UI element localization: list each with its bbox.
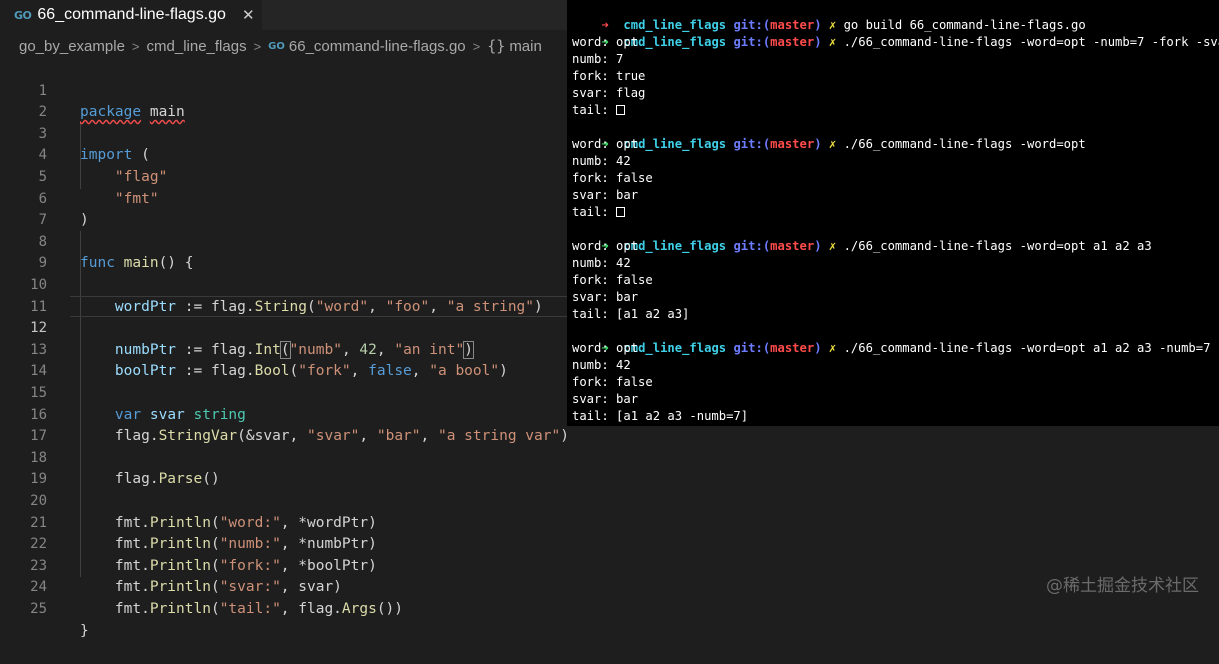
terminal-prompt: ➜ cmd_line_flags git:(master) ✗ ./66_com…	[601, 137, 1086, 151]
breadcrumb-item-file[interactable]: 66_command-line-flags.go	[289, 38, 466, 55]
code-line: 18 flag.Parse()	[0, 426, 1219, 488]
terminal-output: tail:	[572, 102, 626, 119]
breadcrumb-item-cmd-line-flags[interactable]: cmd_line_flags	[147, 38, 247, 55]
dirty-icon: ✗	[828, 239, 837, 253]
code-line: 21 fmt.Println("numb:", *numbPtr)	[0, 491, 1219, 553]
terminal-output: svar: bar	[572, 188, 639, 202]
terminal-output: word: opt	[572, 137, 639, 151]
terminal-output: svar: bar	[572, 392, 639, 406]
tab-66-command-line-flags[interactable]: GO 66_command-line-flags.go ✕	[0, 0, 262, 30]
terminal-output: tail: [a1 a2 a3]	[572, 307, 690, 321]
empty-slice-glyph-icon	[616, 105, 626, 115]
code-line: 25 }	[0, 577, 1219, 639]
tab-title: 66_command-line-flags.go	[37, 6, 226, 23]
breadcrumb-item-go-by-example[interactable]: go_by_example	[19, 38, 125, 55]
chevron-right-icon: >	[253, 38, 262, 54]
dirty-icon: ✗	[828, 35, 837, 49]
terminal-output: numb: 42	[572, 256, 631, 270]
close-icon[interactable]: ✕	[242, 6, 255, 24]
watermark: @稀土掘金技术社区	[1046, 576, 1199, 596]
terminal-output: fork: false	[572, 375, 653, 389]
terminal-output: word: opt	[572, 35, 639, 49]
terminal-output: numb: 42	[572, 358, 631, 372]
chevron-right-icon: >	[472, 38, 481, 54]
terminal-output: numb: 7	[572, 52, 624, 66]
dirty-icon: ✗	[828, 341, 837, 355]
code-line: 20 fmt.Println("word:", *wordPtr)	[0, 469, 1219, 531]
terminal-output: word: opt	[572, 341, 639, 355]
terminal-output: fork: false	[572, 171, 653, 185]
dirty-icon: ✗	[828, 137, 837, 151]
code-line: 23 fmt.Println("svar:", svar)	[0, 534, 1219, 596]
breadcrumb-item-symbol[interactable]: main	[509, 38, 542, 55]
go-file-icon: GO	[14, 8, 32, 22]
terminal-output: svar: flag	[572, 86, 646, 100]
code-line: 19	[0, 448, 1219, 487]
terminal-prompt: ➜ cmd_line_flags git:(master) ✗ ./66_com…	[601, 341, 1211, 355]
terminal-output: word: opt	[572, 239, 639, 253]
terminal-prompt: ➜ cmd_line_flags git:(master) ✗ ./66_com…	[601, 239, 1152, 253]
code-line: 22 fmt.Println("fork:", *boolPtr)	[0, 513, 1219, 574]
terminal-output: fork: false	[572, 273, 653, 287]
terminal-output: numb: 42	[572, 154, 631, 168]
terminal-output: tail: [a1 a2 a3 -numb=7]	[572, 409, 749, 423]
terminal-prompt: ➜ cmd_line_flags git:(master) ✗ go build…	[601, 18, 1086, 32]
terminal-window[interactable]: ➜ cmd_line_flags git:(master) ✗ go build…	[567, 0, 1219, 426]
terminal-prompt: ➜ cmd_line_flags git:(master) ✗ ./66_com…	[601, 35, 1219, 49]
terminal-output: fork: true	[572, 69, 646, 83]
chevron-right-icon: >	[131, 38, 140, 54]
go-file-icon: GO	[268, 40, 285, 52]
code-line: 24 fmt.Println("tail:", flag.Args())	[0, 556, 1219, 617]
terminal-output: tail:	[572, 204, 626, 221]
symbol-braces-icon: {}	[487, 37, 506, 55]
empty-slice-glyph-icon	[616, 207, 626, 217]
terminal-output: svar: bar	[572, 290, 639, 304]
